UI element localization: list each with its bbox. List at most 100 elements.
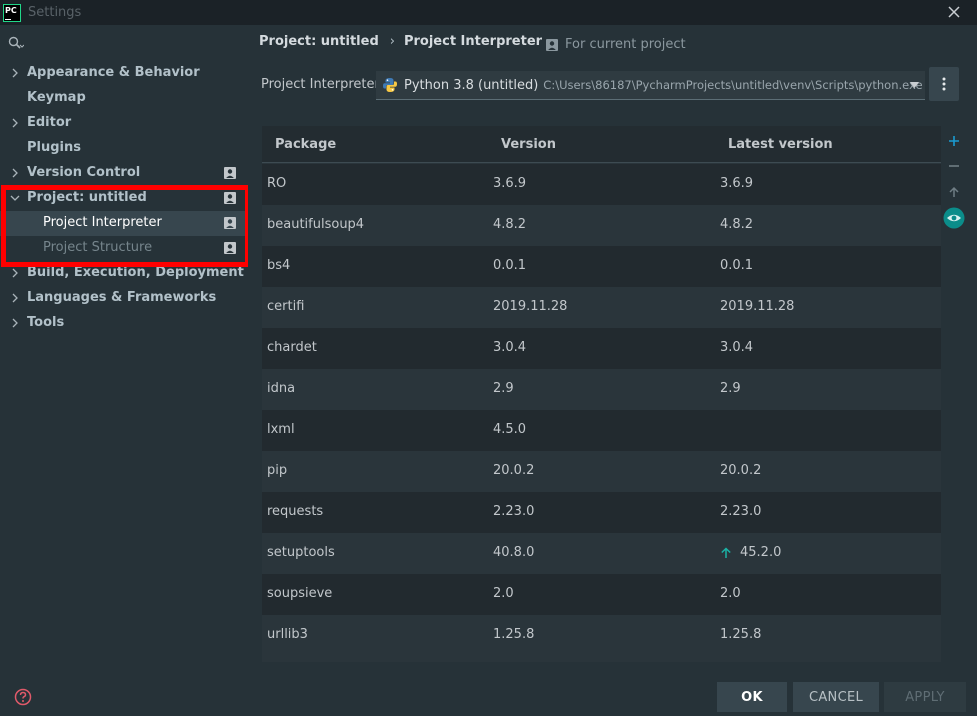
show-latest-versions-toggle[interactable] — [940, 207, 968, 229]
more-vertical-icon — [942, 77, 946, 91]
sidebar-item-label: Project: untitled — [27, 190, 147, 205]
chevron-right-icon — [12, 118, 18, 128]
upgrade-available-icon — [721, 546, 731, 558]
latest-version-cell: 2019.11.28 — [720, 299, 794, 314]
version-cell: 1.25.8 — [493, 627, 535, 642]
version-cell: 2.9 — [493, 381, 514, 396]
eye-icon — [943, 207, 965, 229]
project-scope-icon — [546, 38, 558, 51]
apply-button[interactable]: APPLY — [884, 682, 966, 712]
version-cell: 40.8.0 — [493, 545, 535, 560]
install-package-button[interactable] — [940, 131, 968, 151]
latest-version-text: 2.0 — [720, 586, 741, 601]
latest-version-cell: 20.0.2 — [720, 463, 761, 478]
sidebar-item-editor[interactable]: Editor — [0, 111, 248, 136]
sidebar-item-project-untitled[interactable]: Project: untitled — [0, 186, 248, 211]
package-name-cell: certifi — [267, 299, 305, 314]
settings-main-panel: Project: untitled › Project Interpreter … — [248, 25, 977, 716]
scope-indicator: For current project — [546, 37, 686, 52]
table-row[interactable]: setuptools 40.8.0 45.2.0 — [262, 533, 941, 574]
search-icon — [8, 36, 24, 49]
table-row[interactable]: soupsieve 2.0 2.0 — [262, 574, 941, 615]
package-name-cell: pip — [267, 463, 288, 478]
project-scope-icon — [224, 167, 236, 179]
package-name-cell: chardet — [267, 340, 317, 355]
latest-version-cell: 0.0.1 — [720, 258, 753, 273]
close-button[interactable] — [945, 2, 963, 22]
package-name-cell: urllib3 — [267, 627, 308, 642]
interpreter-path: C:\Users\86187\PycharmProjects\untitled\… — [543, 78, 923, 92]
sidebar-item-plugins[interactable]: Plugins — [0, 136, 248, 161]
project-scope-icon — [224, 217, 236, 229]
table-row[interactable]: bs4 0.0.1 0.0.1 — [262, 246, 941, 287]
breadcrumb-page: Project Interpreter — [403, 34, 543, 49]
sidebar-item-version-control[interactable]: Version Control — [0, 161, 248, 186]
sidebar-item-project-structure[interactable]: Project Structure — [0, 236, 248, 261]
sidebar-item-label: Plugins — [27, 140, 81, 155]
latest-version-cell: 3.6.9 — [720, 176, 753, 191]
table-row[interactable]: RO 3.6.9 3.6.9 — [262, 164, 941, 205]
help-icon[interactable] — [14, 688, 32, 706]
uninstall-package-button[interactable] — [940, 156, 968, 176]
latest-version-text: 45.2.0 — [740, 545, 782, 560]
table-row[interactable]: certifi 2019.11.28 2019.11.28 — [262, 287, 941, 328]
window-title: Settings — [28, 5, 82, 20]
sidebar-item-label: Tools — [27, 315, 65, 330]
breadcrumb-separator: › — [389, 34, 395, 49]
title-bar: PC Settings — [0, 0, 977, 25]
chevron-right-icon — [12, 168, 18, 178]
table-row[interactable]: lxml 4.5.0 — [262, 410, 941, 451]
version-cell: 4.8.2 — [493, 217, 527, 232]
latest-version-text: 1.25.8 — [720, 627, 762, 642]
package-name-cell: requests — [267, 504, 324, 519]
settings-search-input[interactable] — [28, 33, 238, 53]
table-header: Package Version Latest version — [262, 126, 941, 163]
version-cell: 2.23.0 — [493, 504, 535, 519]
sidebar-item-appearance-behavior[interactable]: Appearance & Behavior — [0, 61, 248, 86]
interpreter-name: Python 3.8 (untitled) — [404, 77, 539, 93]
cancel-button[interactable]: CANCEL — [793, 682, 879, 712]
version-cell: 2019.11.28 — [493, 299, 568, 314]
table-row[interactable]: idna 2.9 2.9 — [262, 369, 941, 410]
table-row[interactable]: requests 2.23.0 2.23.0 — [262, 492, 941, 533]
sidebar-item-label: Build, Execution, Deployment — [27, 265, 244, 280]
package-name-cell: RO — [267, 176, 287, 191]
settings-sidebar: Appearance & Behavior Keymap Editor Plug… — [0, 25, 248, 716]
sidebar-item-tools[interactable]: Tools — [0, 311, 248, 336]
sidebar-item-languages-frameworks[interactable]: Languages & Frameworks — [0, 286, 248, 311]
upgrade-package-button[interactable] — [940, 182, 968, 202]
latest-version-text: 20.0.2 — [720, 463, 762, 478]
version-cell: 0.0.1 — [493, 258, 527, 273]
latest-version-text: 4.8.2 — [720, 217, 754, 232]
package-name-cell: beautifulsoup4 — [267, 217, 365, 232]
interpreter-dropdown[interactable]: Python 3.8 (untitled) C:\Users\86187\Pyc… — [376, 71, 925, 100]
version-cell: 2.0 — [493, 586, 514, 601]
latest-version-cell: 3.0.4 — [720, 340, 753, 355]
table-row[interactable]: chardet 3.0.4 3.0.4 — [262, 328, 941, 369]
sidebar-item-label: Project Interpreter — [43, 215, 162, 230]
breadcrumb-project[interactable]: Project: untitled — [259, 34, 379, 49]
chevron-right-icon — [12, 318, 18, 328]
latest-version-text: 2019.11.28 — [720, 299, 795, 314]
interpreter-settings-button[interactable] — [929, 67, 959, 101]
package-name-cell: idna — [267, 381, 296, 396]
column-header-version[interactable]: Version — [501, 137, 556, 152]
version-cell: 3.0.4 — [493, 340, 527, 355]
latest-version-cell: 1.25.8 — [720, 627, 761, 642]
ok-button[interactable]: OK — [717, 682, 787, 712]
dropdown-arrow-icon — [910, 82, 919, 88]
breadcrumb: Project: untitled › Project Interpreter — [259, 34, 542, 49]
sidebar-item-keymap[interactable]: Keymap — [0, 86, 248, 111]
chevron-down-icon — [10, 195, 20, 201]
sidebar-item-label: Version Control — [27, 165, 141, 180]
packages-table: Package Version Latest version RO 3.6.9 3.… — [262, 126, 941, 662]
column-header-latest-version[interactable]: Latest version — [728, 137, 833, 152]
table-row[interactable]: pip 20.0.2 20.0.2 — [262, 451, 941, 492]
sidebar-item-build-execution-deployment[interactable]: Build, Execution, Deployment — [0, 261, 248, 286]
column-header-package[interactable]: Package — [275, 137, 336, 152]
sidebar-item-project-interpreter[interactable]: Project Interpreter — [0, 211, 248, 236]
table-row[interactable]: urllib3 1.25.8 1.25.8 — [262, 615, 941, 656]
table-row[interactable]: beautifulsoup4 4.8.2 4.8.2 — [262, 205, 941, 246]
project-scope-icon — [224, 192, 236, 204]
latest-version-cell: 2.9 — [720, 381, 741, 396]
